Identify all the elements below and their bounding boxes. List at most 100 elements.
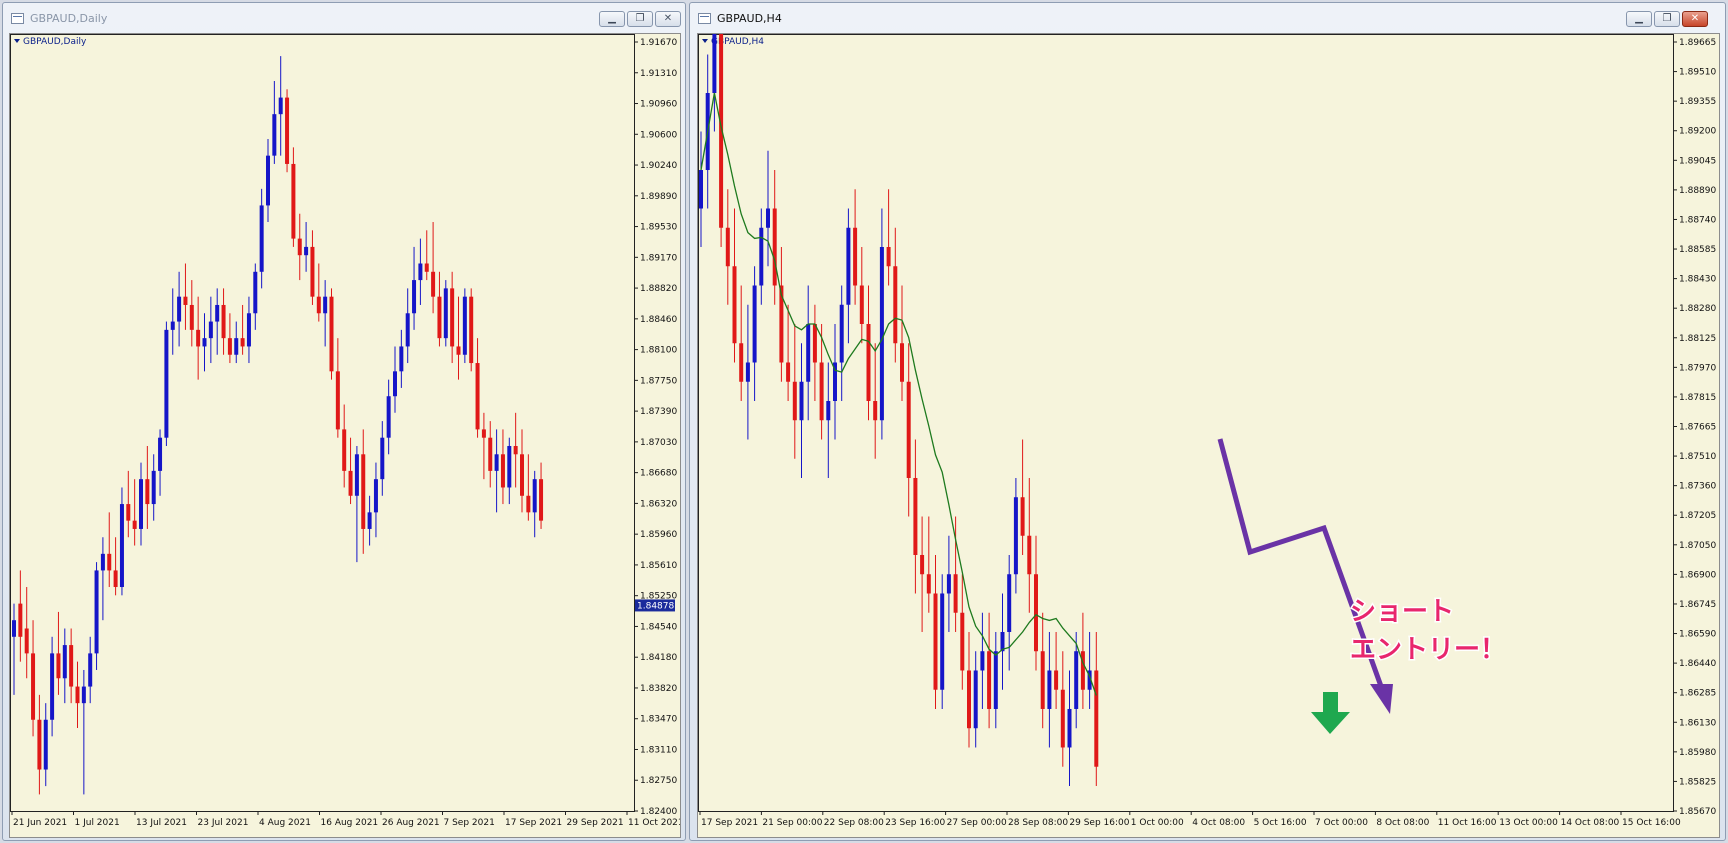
x-axis-label: 13 Jul 2021 <box>136 818 187 828</box>
y-axis-label: 1.88740 <box>1679 215 1716 225</box>
minimize-button[interactable]: ▁ <box>1626 11 1652 27</box>
candle-body-bullish <box>380 437 385 480</box>
y-axis-label: 1.90960 <box>640 100 677 110</box>
candle-body-bullish <box>94 570 99 654</box>
candle-body-bearish <box>539 479 544 521</box>
candle-body-bearish <box>297 238 302 256</box>
y-axis-label: 1.91310 <box>640 69 677 79</box>
plot-frame <box>10 34 635 812</box>
y-axis-label: 1.82750 <box>640 776 677 786</box>
y-axis-label: 1.88100 <box>640 346 677 356</box>
x-axis-label: 23 Jul 2021 <box>198 818 249 828</box>
candle-body-bullish <box>946 574 951 594</box>
y-axis-label: 1.84540 <box>640 622 677 632</box>
candle-body-bearish <box>475 363 480 430</box>
candle-body-bearish <box>342 429 347 471</box>
x-axis-label: 11 Oct 2021 <box>628 818 680 828</box>
candle-body-bearish <box>900 343 904 382</box>
candle-body-bearish <box>316 296 321 314</box>
candle-body-bearish <box>772 208 777 286</box>
candle-body-bearish <box>348 470 353 496</box>
y-axis-label: 1.82400 <box>640 807 677 817</box>
x-axis-label: 21 Jun 2021 <box>13 818 67 828</box>
y-axis-label: 1.83110 <box>640 745 677 755</box>
close-button[interactable]: ✕ <box>655 11 681 27</box>
candle-body-bearish <box>31 653 36 720</box>
x-axis-label: 15 Oct 16:00 <box>1622 818 1681 828</box>
x-axis-label: 1 Oct 00:00 <box>1131 818 1184 828</box>
close-button[interactable]: ✕ <box>1682 11 1708 27</box>
y-axis-label: 1.89200 <box>1679 127 1716 137</box>
restore-icon: ❐ <box>1662 13 1672 24</box>
candlestick-chart-daily[interactable]: GBPAUD,Daily 1.91670 1.91310 1.90960 1.90600… <box>10 34 684 837</box>
candle-body-bearish <box>953 574 958 613</box>
candle-body-bullish <box>367 512 372 529</box>
candle-body-bullish <box>88 653 93 687</box>
candle-body-bullish <box>202 338 207 347</box>
candle-body-bearish <box>933 593 938 690</box>
candle-body-bullish <box>879 247 884 421</box>
x-axis-label: 5 Oct 16:00 <box>1254 818 1307 828</box>
candle-body-bullish <box>846 227 851 305</box>
y-axis-label: 1.86130 <box>1679 718 1716 728</box>
close-icon: ✕ <box>1690 13 1700 24</box>
candle-body-bearish <box>873 400 878 421</box>
chart-window-daily[interactable]: GBPAUD,Daily ▁ ❐ ✕ GBPAUD,Daily 1.91670 1.… <box>2 2 686 841</box>
candle-body-bullish <box>806 323 811 382</box>
candle-body-bullish <box>839 304 844 363</box>
y-axis-label: 1.87665 <box>1679 423 1716 433</box>
y-axis-label: 1.87815 <box>1679 393 1716 403</box>
candle-body-bearish <box>967 670 971 729</box>
y-axis-label: 1.88460 <box>640 315 677 325</box>
x-axis-label: 22 Sep 08:00 <box>824 818 884 828</box>
y-axis-label: 1.85960 <box>640 530 677 540</box>
y-axis-label: 1.89170 <box>640 253 677 263</box>
candle-body-bullish <box>993 651 998 709</box>
restore-button[interactable]: ❐ <box>627 11 653 27</box>
candle-body-bullish <box>980 651 985 671</box>
candle-body-bullish <box>386 396 391 438</box>
candle-body-bearish <box>285 97 290 164</box>
candle-body-bullish <box>158 437 163 471</box>
candle-body-bullish <box>759 227 764 286</box>
y-axis-label: 1.86745 <box>1679 600 1716 610</box>
x-axis-label: 11 Oct 16:00 <box>1438 818 1497 828</box>
candle-body-bullish <box>940 593 945 690</box>
y-axis-label: 1.87360 <box>1679 482 1716 492</box>
chart-symbol-label: GBPAUD,Daily <box>23 37 87 47</box>
window-titlebar[interactable]: GBPAUD,Daily ▁ ❐ ✕ <box>3 3 685 33</box>
candle-body-bearish <box>1054 670 1059 690</box>
candle-body-bearish <box>913 477 918 555</box>
candle-body-bearish <box>227 338 232 355</box>
candle-body-bearish <box>24 628 29 654</box>
y-axis-label: 1.91670 <box>640 38 677 48</box>
candle-body-bearish <box>987 651 992 709</box>
chart-symbol-label: GBPAUD,H4 <box>711 37 764 47</box>
candle-body-bullish <box>62 645 67 679</box>
candle-body-bullish <box>139 479 143 529</box>
candle-body-bullish <box>215 304 220 322</box>
candle-body-bullish <box>50 653 55 720</box>
y-axis-label: 1.86680 <box>640 469 677 479</box>
candle-body-bearish <box>113 570 118 588</box>
y-axis-label: 1.86590 <box>1679 630 1716 640</box>
chart-area[interactable]: GBPAUD,H4 1.89665 1.89510 1.89355 1.89200 1.8… <box>697 0 1720 838</box>
candle-body-bearish <box>513 445 518 455</box>
candle-body-bearish <box>291 163 296 239</box>
candle-body-bullish <box>246 313 251 347</box>
candle-body-bearish <box>196 329 201 347</box>
minimize-button[interactable]: ▁ <box>599 11 625 27</box>
chart-window-h4[interactable]: GBPAUD,H4 ▁ ❐ ✕ GBPAUD,H4 1.89665 1.89510 1… <box>689 0 1726 841</box>
y-axis-label: 1.89045 <box>1679 156 1716 166</box>
y-axis-label: 1.83820 <box>640 684 677 694</box>
window-titlebar[interactable]: GBPAUD,H4 ▁ ❐ ✕ <box>690 3 1725 33</box>
candle-body-bearish <box>1034 574 1038 652</box>
restore-button[interactable]: ❐ <box>1654 11 1680 27</box>
y-axis-label: 1.89530 <box>640 223 677 233</box>
window-title: GBPAUD,H4 <box>717 11 782 25</box>
candle-body-bullish <box>1047 670 1052 709</box>
chart-area[interactable]: GBPAUD,Daily 1.91670 1.91310 1.90960 1.90600… <box>9 33 684 838</box>
candlestick-chart-h4[interactable]: GBPAUD,H4 1.89665 1.89510 1.89355 1.89200 1.8… <box>698 0 1719 837</box>
x-axis-label: 16 Aug 2021 <box>321 818 379 828</box>
candle-body-bullish <box>119 504 124 588</box>
